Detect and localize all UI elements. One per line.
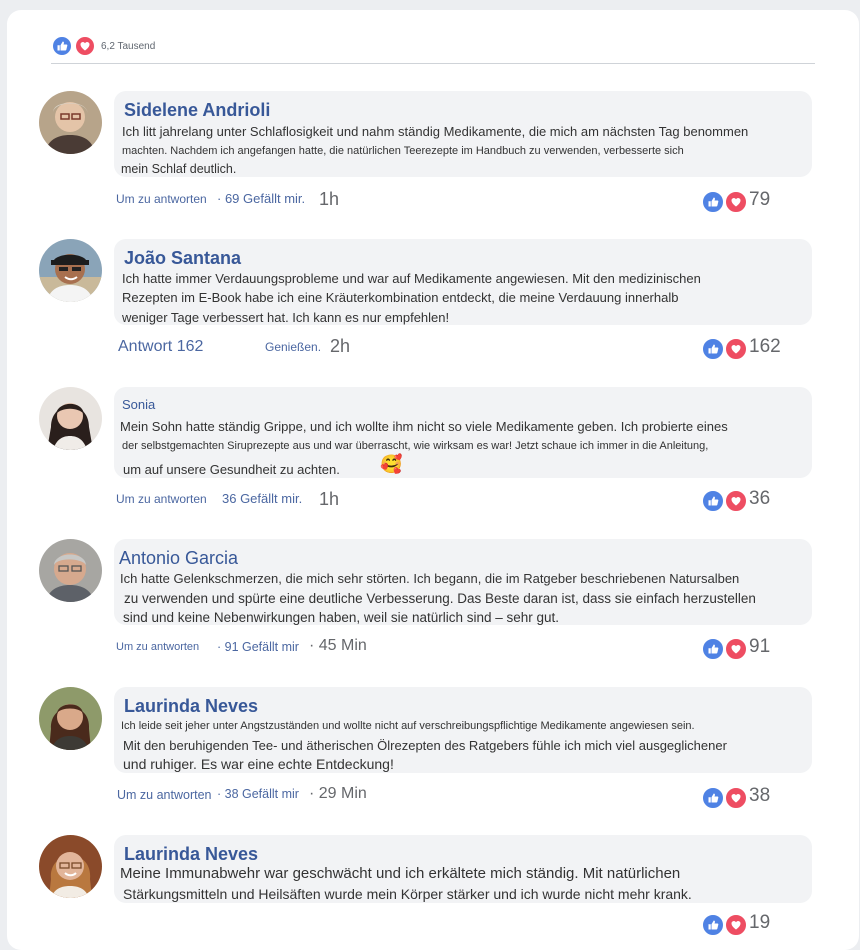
comment-reactions[interactable]: 38: [701, 785, 776, 811]
enjoy-link[interactable]: Genießen.: [265, 340, 321, 354]
avatar[interactable]: [39, 687, 102, 750]
comment-time[interactable]: 1h: [319, 189, 339, 210]
reply-link[interactable]: Um zu antworten: [117, 788, 211, 802]
comment-time[interactable]: · 45 Min: [309, 637, 367, 655]
thumbs-up-icon: [701, 337, 725, 361]
comment-reactions[interactable]: 162: [701, 336, 781, 362]
avatar[interactable]: [39, 539, 102, 602]
avatar[interactable]: [39, 387, 102, 450]
comment-text-line: Mit den beruhigenden Tee- und ätherische…: [123, 738, 727, 753]
reply-link[interactable]: Antwort 162: [118, 338, 203, 356]
reply-link[interactable]: Um zu antworten: [116, 641, 199, 653]
reply-link[interactable]: Um zu antworten: [116, 492, 207, 506]
comment-text-line: und ruhiger. Es war eine echte Entdeckun…: [123, 756, 394, 772]
comment-author[interactable]: João Santana: [124, 248, 241, 269]
like-count-link[interactable]: 36 Gefällt mir.: [222, 491, 302, 506]
comment-text-line: mein Schlaf deutlich.: [121, 162, 237, 176]
thumbs-up-icon: [701, 489, 725, 513]
thumbs-up-icon: [701, 913, 725, 937]
comment-time[interactable]: 1h: [319, 489, 339, 510]
comment-text-line: Rezepten im E-Book habe ich eine Kräuter…: [122, 290, 679, 305]
comment-text-line: Ich hatte immer Verdauungsprobleme und w…: [122, 271, 701, 286]
comment-bubble: Laurinda Neves Meine Immunabwehr war ges…: [114, 835, 812, 903]
comment-author[interactable]: Antonio Garcia: [119, 548, 238, 569]
reply-link[interactable]: Um zu antworten: [116, 192, 207, 206]
reactions-summary[interactable]: 6,2 Tausend: [51, 35, 815, 64]
comment-text-line: zu verwenden und spürte eine deutliche V…: [124, 591, 756, 606]
thumbs-up-icon: [701, 786, 725, 810]
comment-text-line: um auf unsere Gesundheit zu achten.: [123, 462, 340, 477]
comment-author[interactable]: Laurinda Neves: [124, 844, 258, 865]
reaction-count[interactable]: 6,2 Tausend: [101, 41, 155, 52]
heart-icon: [724, 489, 748, 513]
comment-author[interactable]: Sonia: [122, 397, 155, 412]
comment-bubble: Antonio Garcia Ich hatte Gelenkschmerzen…: [114, 539, 812, 625]
reaction-total: 38: [749, 785, 771, 806]
reaction-total: 79: [749, 189, 771, 210]
avatar[interactable]: [39, 239, 102, 302]
comment-reactions[interactable]: 19: [701, 912, 776, 938]
comment-text-line: der selbstgemachten Siruprezepte aus und…: [122, 440, 709, 452]
comment-bubble: Laurinda Neves Ich leide seit jeher unte…: [114, 687, 812, 773]
reaction-total: 162: [749, 336, 781, 357]
like-count-link[interactable]: · 91 Gefällt mir: [217, 640, 299, 654]
thumbs-up-icon: [701, 637, 725, 661]
thumbs-up-icon: [701, 190, 725, 214]
comment-reactions[interactable]: 36: [701, 488, 776, 514]
comment-text-line: Ich hatte Gelenkschmerzen, die mich sehr…: [120, 571, 740, 586]
comment-text-line: Ich litt jahrelang unter Schlaflosigkeit…: [122, 124, 749, 139]
thumbs-up-icon: [51, 35, 73, 57]
comment-text-line: weniger Tage verbessert hat. Ich kann es…: [122, 310, 450, 325]
comment-text-line: Meine Immunabwehr war geschwächt und ich…: [120, 865, 681, 882]
comment-time[interactable]: 2h: [330, 336, 350, 357]
comment-bubble: Sidelene Andrioli Ich litt jahrelang unt…: [114, 91, 812, 177]
comment-author[interactable]: Sidelene Andrioli: [124, 100, 270, 121]
comment-time[interactable]: · 29 Min: [309, 785, 367, 803]
comment-author[interactable]: Laurinda Neves: [124, 696, 258, 717]
heart-icon: [724, 913, 748, 937]
comment-bubble: João Santana Ich hatte immer Verdauungsp…: [114, 239, 812, 325]
like-count-link[interactable]: · 38 Gefällt mir: [217, 787, 299, 801]
reaction-total: 36: [749, 488, 771, 509]
comment-reactions[interactable]: 79: [701, 189, 776, 215]
heart-icon: [724, 786, 748, 810]
smiling-face-with-hearts-icon: 🥰: [380, 454, 403, 474]
comment-text-line: Stärkungsmitteln und Heilsäften wurde me…: [123, 886, 692, 902]
like-count-link[interactable]: · 69 Gefällt mir.: [217, 191, 305, 206]
heart-icon: [724, 637, 748, 661]
heart-icon: [724, 190, 748, 214]
reaction-total: 91: [749, 636, 771, 657]
comment-text-line: sind und keine Nebenwirkungen haben, wei…: [123, 610, 560, 625]
comment-bubble: Sonia Mein Sohn hatte ständig Grippe, un…: [114, 387, 812, 478]
comment-text-line: Ich leide seit jeher unter Angstzustände…: [121, 720, 695, 732]
heart-icon: [74, 35, 96, 57]
avatar[interactable]: [39, 91, 102, 154]
comment-text-line: machten. Nachdem ich angefangen hatte, d…: [122, 145, 684, 157]
heart-icon: [724, 337, 748, 361]
avatar[interactable]: [39, 835, 102, 898]
comment-text-line: Mein Sohn hatte ständig Grippe, und ich …: [120, 419, 728, 434]
reaction-total: 19: [749, 912, 771, 933]
comment-reactions[interactable]: 91: [701, 636, 776, 662]
